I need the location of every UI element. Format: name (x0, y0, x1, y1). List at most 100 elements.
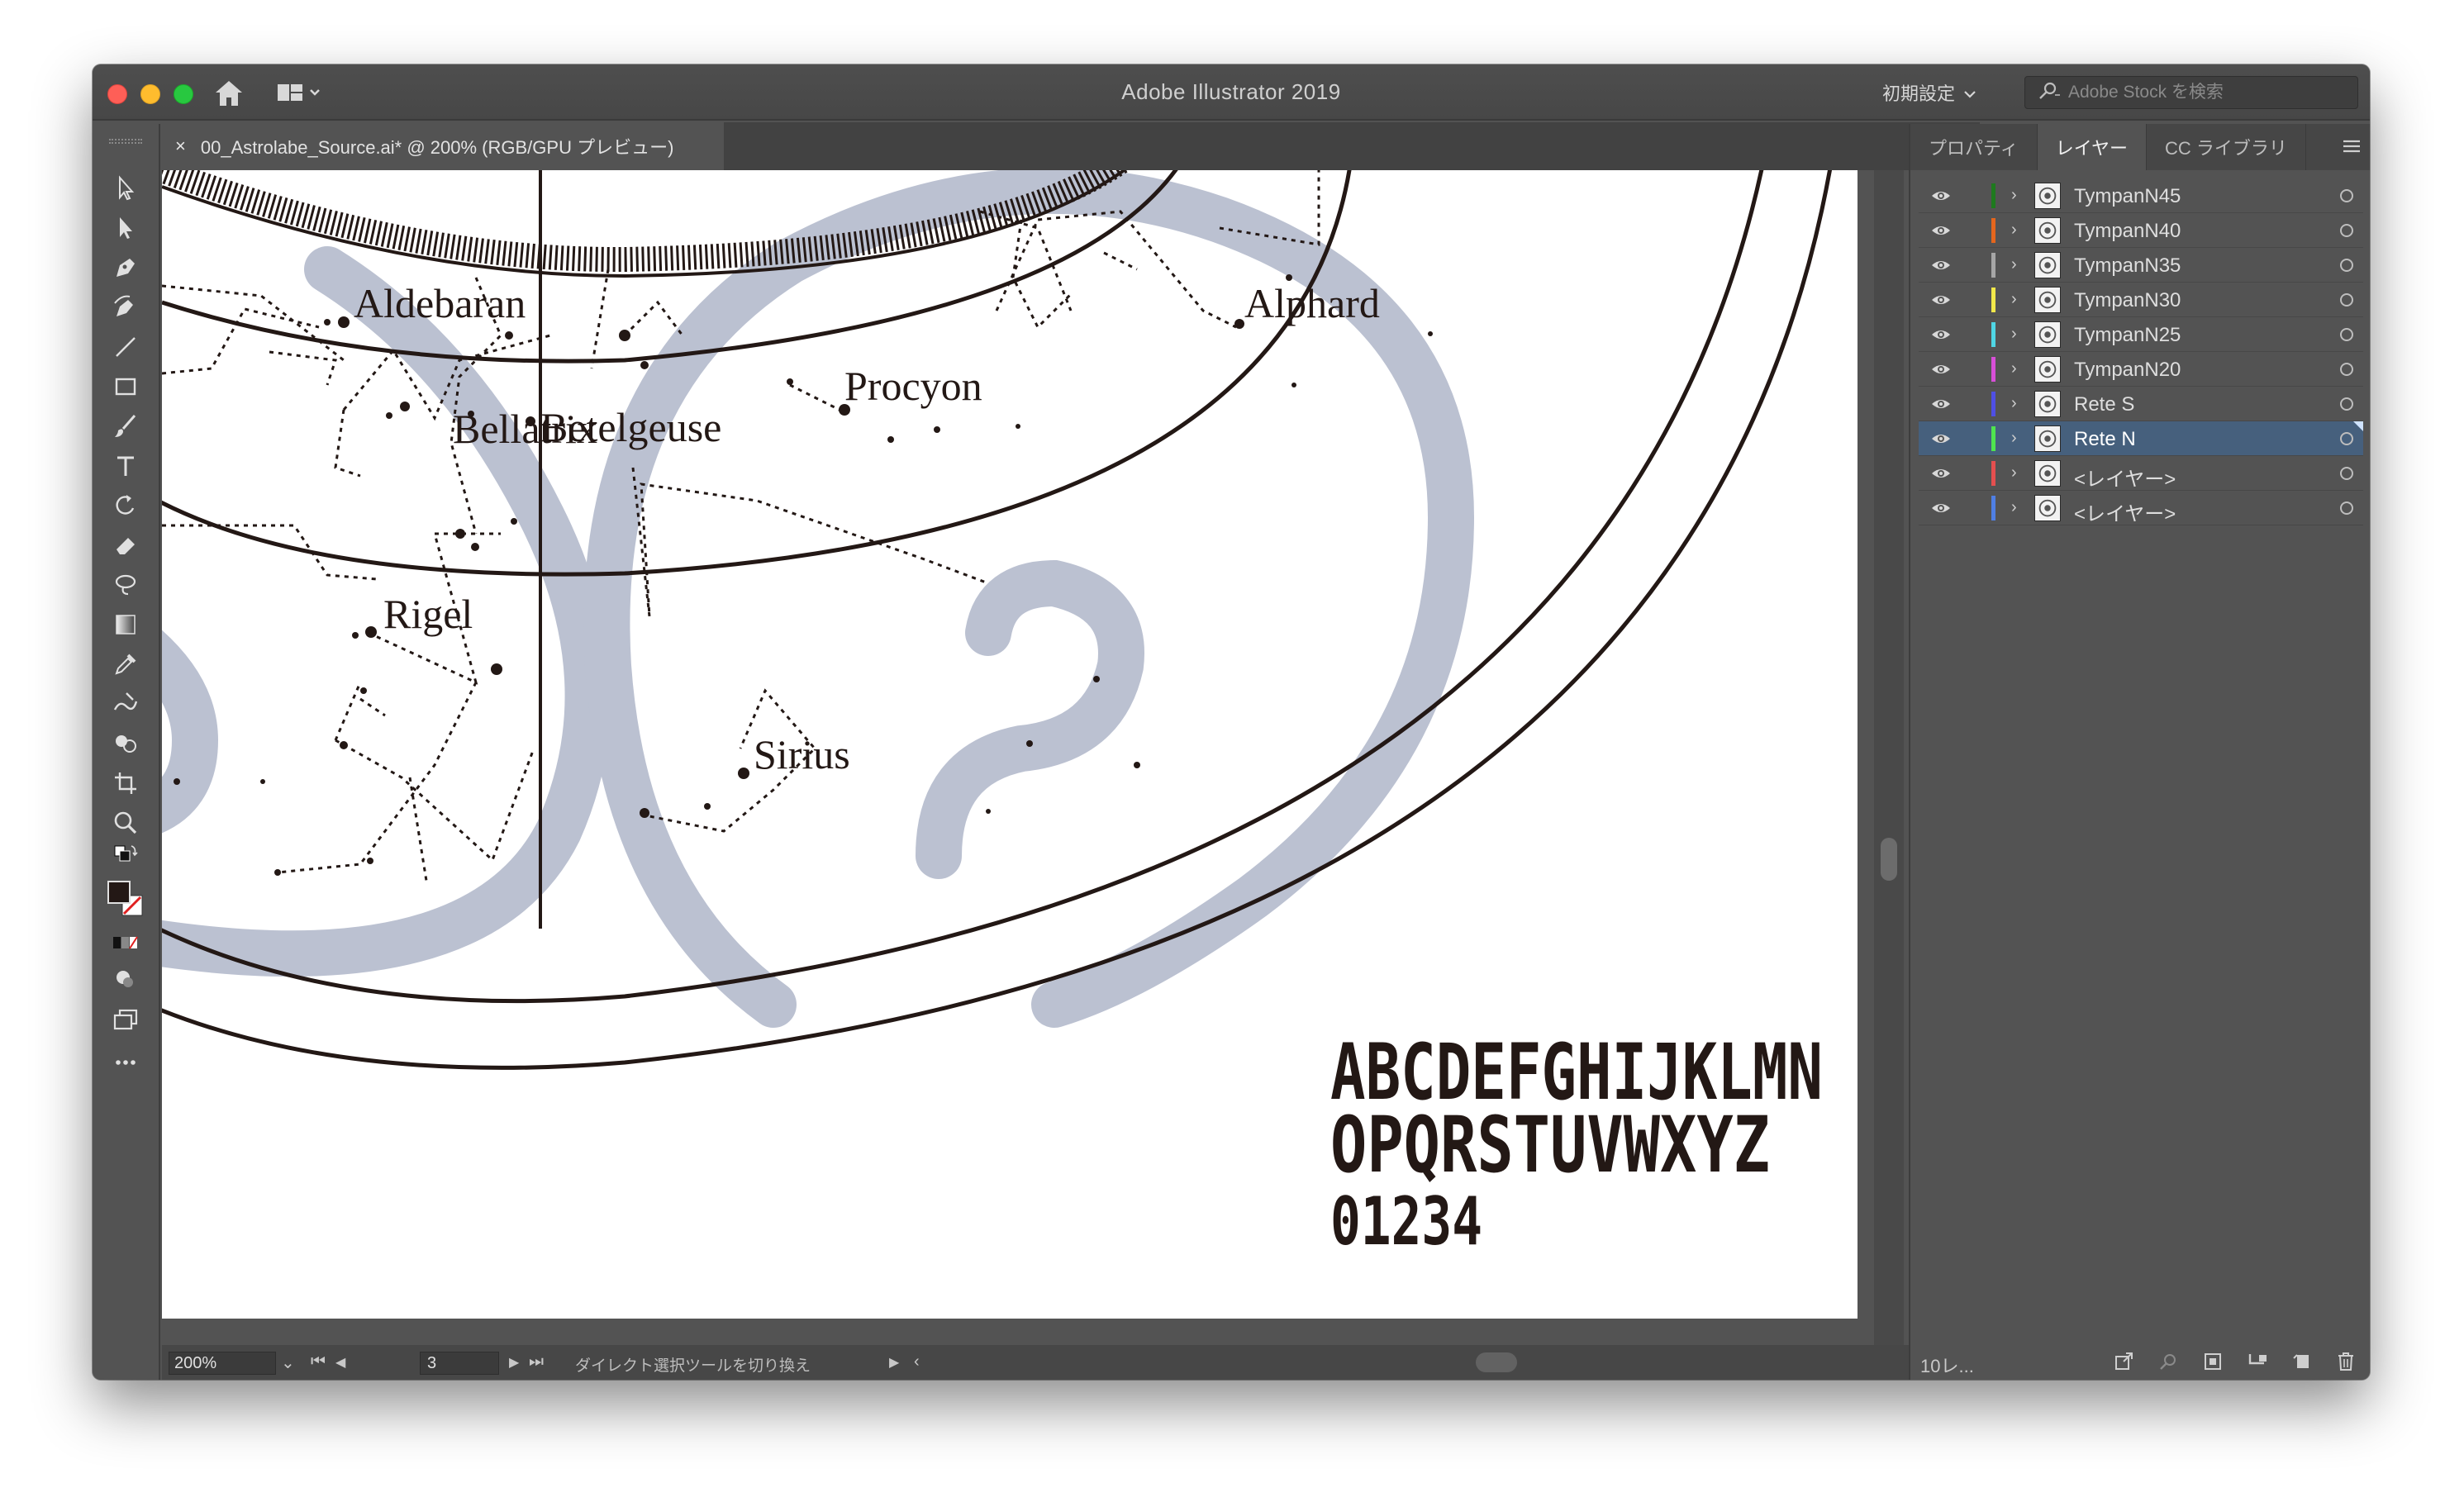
artboard-tool-icon[interactable] (106, 765, 145, 801)
layer-row[interactable]: › TympanN45 (1919, 178, 2363, 213)
visibility-eye-icon[interactable] (1930, 326, 1952, 343)
canvas-area[interactable]: Aldebaran Alphard Procyon Bellatrix Bete… (162, 170, 1957, 1363)
stock-search[interactable] (2024, 76, 2358, 109)
type-tool-icon[interactable] (106, 448, 145, 484)
close-tab-icon[interactable]: × (175, 135, 186, 157)
layer-color-indicator (1991, 461, 1995, 486)
vertical-scrollbar[interactable] (1874, 170, 1904, 1363)
panel-menu-icon[interactable] (2342, 137, 2362, 155)
target-circle-icon[interactable] (2340, 224, 2353, 237)
paintbrush-tool-icon[interactable] (106, 408, 145, 444)
expand-arrow-icon[interactable]: › (2011, 221, 2017, 240)
edit-toolbar-icon[interactable] (106, 1044, 145, 1081)
expand-arrow-icon[interactable]: › (2011, 463, 2017, 482)
pen-tool-icon[interactable] (106, 250, 145, 286)
default-colors-icon[interactable] (106, 844, 145, 869)
target-circle-icon[interactable] (2340, 189, 2353, 202)
export-icon[interactable] (2114, 1352, 2135, 1371)
visibility-eye-icon[interactable] (1930, 222, 1952, 239)
panel-grip[interactable] (109, 139, 142, 144)
drawing-mode-icon[interactable] (106, 962, 145, 998)
expand-arrow-icon[interactable]: › (2011, 359, 2017, 378)
visibility-eye-icon[interactable] (1930, 500, 1952, 516)
previous-artboard-icon[interactable]: ◀ (335, 1354, 345, 1371)
eraser-tool-icon[interactable] (106, 527, 145, 563)
layer-color-indicator (1991, 253, 1995, 278)
new-layer-icon[interactable] (2292, 1352, 2314, 1371)
expand-arrow-icon[interactable]: › (2011, 498, 2017, 517)
fill-stroke-swatch[interactable] (106, 874, 145, 924)
layer-row[interactable]: › TympanN40 (1919, 213, 2363, 248)
artboard[interactable]: Aldebaran Alphard Procyon Bellatrix Bete… (162, 170, 1858, 1319)
artwork[interactable]: Aldebaran Alphard Procyon Bellatrix Bete… (162, 170, 1858, 1319)
horizontal-scroll-thumb[interactable] (1476, 1352, 1517, 1372)
tab-layers[interactable]: レイヤー (2037, 124, 2148, 170)
visibility-eye-icon[interactable] (1930, 257, 1952, 273)
target-circle-icon[interactable] (2340, 259, 2353, 272)
target-circle-icon[interactable] (2340, 501, 2353, 515)
expand-arrow-icon[interactable]: › (2011, 429, 2017, 448)
eyedropper-tool-icon[interactable] (106, 646, 145, 682)
direct-selection-tool-icon[interactable] (106, 210, 145, 246)
status-menu-icon[interactable]: ▶ (889, 1354, 899, 1371)
layer-row[interactable]: › <レイヤー> (1919, 456, 2363, 491)
new-sublayer-icon[interactable] (2248, 1352, 2269, 1371)
artboard-number-field[interactable]: 3 (420, 1352, 499, 1375)
layer-row[interactable]: › TympanN30 (1919, 283, 2363, 317)
layer-row[interactable]: › Rete N (1919, 421, 2363, 456)
trash-icon[interactable] (2335, 1352, 2357, 1371)
selection-tool-icon[interactable] (106, 170, 145, 207)
next-artboard-icon[interactable]: ▶ (509, 1354, 519, 1371)
visibility-eye-icon[interactable] (1930, 396, 1952, 412)
gradient-tool-icon[interactable] (106, 606, 145, 643)
lasso-tool-icon[interactable] (106, 567, 145, 603)
scroll-thumb[interactable] (1881, 838, 1897, 881)
make-clipping-mask-icon[interactable] (2203, 1352, 2224, 1371)
target-circle-icon[interactable] (2340, 293, 2353, 307)
target-circle-icon[interactable] (2340, 432, 2353, 445)
scroll-left-icon[interactable]: ‹ (914, 1352, 920, 1371)
layer-row[interactable]: › <レイヤー> (1919, 491, 2363, 525)
stock-search-input[interactable] (2068, 83, 2316, 102)
line-tool-icon[interactable] (106, 329, 145, 365)
expand-arrow-icon[interactable]: › (2011, 255, 2017, 274)
workspace-switcher[interactable]: 初期設定 (1882, 79, 1976, 106)
visibility-eye-icon[interactable] (1930, 188, 1952, 204)
target-circle-icon[interactable] (2340, 363, 2353, 376)
target-circle-icon[interactable] (2340, 397, 2353, 411)
layer-name: TympanN45 (2074, 185, 2181, 207)
layer-row[interactable]: › Rete S (1919, 387, 2363, 421)
curvature-tool-icon[interactable] (106, 289, 145, 326)
color-mode-icon[interactable] (106, 930, 145, 955)
visibility-eye-icon[interactable] (1930, 292, 1952, 308)
layer-name: TympanN30 (2074, 289, 2181, 311)
app-window: Adobe Illustrator 2019 初期設定 » » (93, 64, 2370, 1380)
expand-arrow-icon[interactable]: › (2011, 290, 2017, 309)
expand-arrow-icon[interactable]: › (2011, 186, 2017, 205)
visibility-eye-icon[interactable] (1930, 430, 1952, 447)
rotate-tool-icon[interactable] (106, 487, 145, 524)
last-artboard-icon[interactable]: ⏭ (529, 1352, 544, 1371)
visibility-eye-icon[interactable] (1930, 361, 1952, 378)
layer-color-indicator (1991, 357, 1995, 382)
visibility-eye-icon[interactable] (1930, 465, 1952, 482)
shape-builder-tool-icon[interactable] (106, 725, 145, 762)
rectangle-tool-icon[interactable] (106, 368, 145, 405)
layer-row[interactable]: › TympanN25 (1919, 317, 2363, 352)
target-circle-icon[interactable] (2340, 328, 2353, 341)
zoom-tool-icon[interactable] (106, 805, 145, 841)
layer-row[interactable]: › TympanN20 (1919, 352, 2363, 387)
first-artboard-icon[interactable]: ⏮ (311, 1352, 326, 1371)
expand-arrow-icon[interactable]: › (2011, 325, 2017, 344)
screen-mode-icon[interactable] (106, 1001, 145, 1038)
chevron-down-icon[interactable]: ⌄ (281, 1352, 295, 1373)
document-tab[interactable]: × 00_Astrolabe_Source.ai* @ 200% (RGB/GP… (162, 122, 724, 170)
tab-cc-libraries[interactable]: CC ライブラリ (2147, 124, 2306, 170)
expand-arrow-icon[interactable]: › (2011, 394, 2017, 413)
tab-properties[interactable]: プロパティ (1910, 124, 2038, 170)
zoom-field[interactable]: 200% (169, 1352, 276, 1375)
target-circle-icon[interactable] (2340, 467, 2353, 480)
locate-object-icon[interactable] (2158, 1352, 2180, 1371)
layer-row[interactable]: › TympanN35 (1919, 248, 2363, 283)
blend-tool-icon[interactable] (106, 686, 145, 722)
